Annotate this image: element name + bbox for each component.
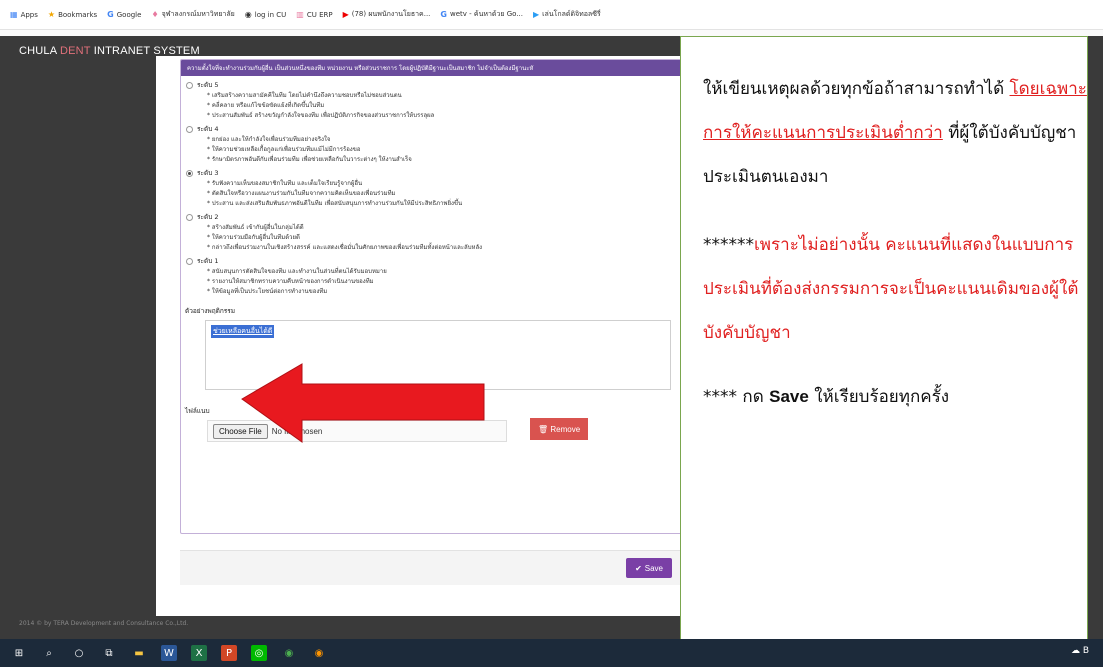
competency-form: ความตั้งใจที่จะทำงานร่วมกับผู้อื่น เป็นส… <box>180 59 682 534</box>
cloud-icon: ☁ <box>1070 646 1080 656</box>
youtube-icon: ▶ <box>342 10 349 19</box>
tray-area[interactable]: ☁ B <box>1071 646 1089 656</box>
instruction-note: ให้เขียนเหตุผลด้วยทุกข้อถ้าสามารถทำได้ โ… <box>680 36 1088 648</box>
form-actions: ✔ Save <box>180 550 680 585</box>
firefox-icon[interactable]: ◉ <box>311 645 327 661</box>
site-favicon-icon: ▥ <box>296 10 304 19</box>
bookmark-google[interactable]: G Google <box>107 10 141 19</box>
level-3: ระดับ 3 * รับฟังความเห็นของสมาชิกในทีม แ… <box>186 168 681 208</box>
bookmark-apps[interactable]: ▦ Apps <box>10 10 38 19</box>
google-g-icon: G <box>107 10 114 19</box>
apps-grid-icon: ▦ <box>10 10 18 19</box>
level-1: ระดับ 1 * สนับสนุนการตัดสินใจของทีม และท… <box>186 256 681 296</box>
red-arrow-annotation <box>241 363 485 443</box>
note-line-3: **** กด Save ให้เรียบร้อยทุกครั้ง <box>703 387 950 407</box>
bookmarks-bar: ▦ Apps ★ Bookmarks G Google ♦ จุฬาลงกรณ์มหาว… <box>0 0 1103 30</box>
save-button[interactable]: ✔ Save <box>626 558 672 578</box>
chrome-icon[interactable]: ◉ <box>281 645 297 661</box>
bookmark-login-cu[interactable]: ◉ log in CU <box>245 10 287 19</box>
level-4-radio[interactable] <box>186 125 193 133</box>
level-5: ระดับ 5 * เสริมสร้างความสามัคคีในทีม โดย… <box>186 80 681 120</box>
check-icon: ✔ <box>635 563 642 573</box>
competency-header: ความตั้งใจที่จะทำงานร่วมกับผู้อื่น เป็นส… <box>181 60 681 76</box>
main-content: ความตั้งใจที่จะทำงานร่วมกับผู้อื่น เป็นส… <box>156 56 686 616</box>
level-5-radio[interactable] <box>186 81 193 89</box>
cortana-icon[interactable]: ○ <box>71 645 87 661</box>
footer-copyright: 2014 © by TERA Development and Consultan… <box>19 620 189 627</box>
windows-taskbar: ⊞ ⌕ ○ ⧉ ▬ W X P ◎ ◉ ◉ ☁ B <box>0 639 1103 667</box>
level-1-radio[interactable] <box>186 257 193 265</box>
bookmark-cu-erp[interactable]: ▥ CU ERP <box>296 10 332 19</box>
remove-button[interactable]: 🗑 Remove <box>530 418 589 440</box>
level-2: ระดับ 2 * สร้างสัมพันธ์ เข้ากับผู้อื่นใน… <box>186 212 681 252</box>
play-icon: ▶ <box>532 10 540 19</box>
level-2-radio[interactable] <box>186 213 193 221</box>
search-icon[interactable]: ⌕ <box>41 645 57 661</box>
windows-start-icon[interactable]: ⊞ <box>11 645 27 661</box>
level-4: ระดับ 4 * ยกย่อง และให้กำลังใจเพื่อนร่วม… <box>186 124 681 164</box>
arrow-shape <box>241 363 485 443</box>
example-text: ช่วยเหลือคนอื่นได้ดี <box>211 325 275 338</box>
excel-icon[interactable]: X <box>191 645 207 661</box>
note-line-2: ******เพราะไม่อย่างนั้น คะแนนที่แสดงในแบ… <box>703 235 1079 343</box>
sidebar <box>0 36 156 639</box>
note-line-1: ให้เขียนเหตุผลด้วยทุกข้อถ้าสามารถทำได้ โ… <box>703 79 1087 187</box>
site-favicon-icon: ◉ <box>244 10 252 19</box>
google-g-icon: G <box>440 10 447 19</box>
example-label: ตัวอย่างพฤติกรรม <box>185 307 236 315</box>
task-view-icon[interactable]: ⧉ <box>101 645 117 661</box>
level-3-radio[interactable] <box>186 169 193 177</box>
word-icon[interactable]: W <box>161 645 177 661</box>
powerpoint-icon[interactable]: P <box>221 645 237 661</box>
line-icon[interactable]: ◎ <box>251 645 267 661</box>
bookmark-bookmarks[interactable]: ★ Bookmarks <box>48 10 97 19</box>
bookmark-youtube[interactable]: ▶ (78) ผนพนักงานโยธาค... <box>343 9 431 20</box>
file-explorer-icon[interactable]: ▬ <box>131 645 147 661</box>
bookmark-chula[interactable]: ♦ จุฬาลงกรณ์มหาวิทยาลัย <box>151 9 234 20</box>
bookmark-wetv[interactable]: Gwetv - ค้นหาด้วย Go... <box>440 9 523 20</box>
star-icon: ★ <box>47 10 56 19</box>
bookmark-series[interactable]: ▶ เล่นโกลด์ดิจิทอลซีรี่ <box>533 9 601 20</box>
trash-icon: 🗑 <box>538 424 551 434</box>
site-favicon-icon: ♦ <box>151 10 159 19</box>
